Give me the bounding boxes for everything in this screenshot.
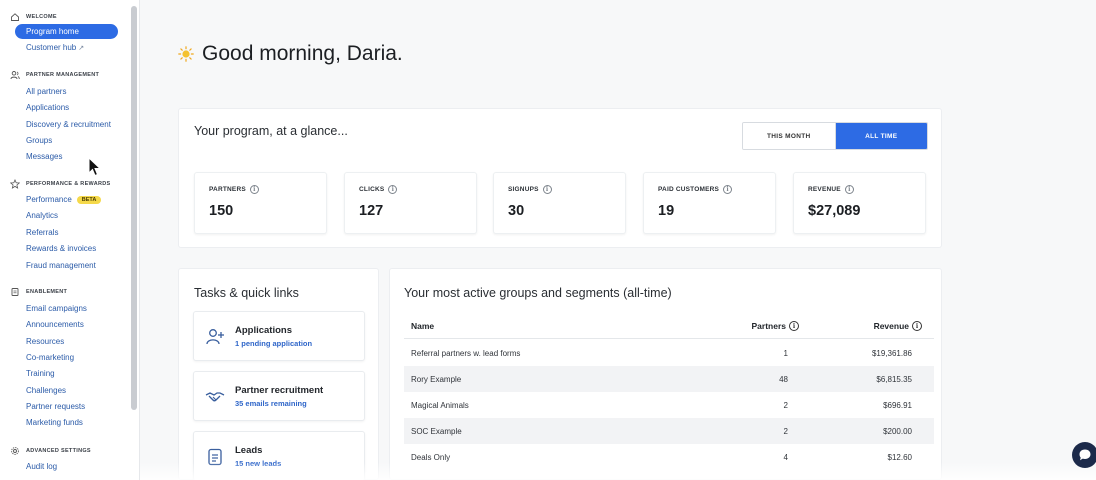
column-revenue[interactable]: Revenue i xyxy=(874,321,922,331)
sidebar-item-resources[interactable]: Resources xyxy=(26,337,64,346)
chat-button[interactable] xyxy=(1072,442,1096,468)
stat-value: $27,089 xyxy=(808,203,861,219)
info-icon[interactable]: i xyxy=(249,185,259,194)
section-welcome: WELCOME xyxy=(10,12,57,22)
mouse-cursor-icon xyxy=(88,157,102,177)
book-icon xyxy=(11,288,19,296)
stat-label: PARTNERS xyxy=(209,186,246,193)
task-title: Partner recruitment xyxy=(235,385,324,396)
stat-value: 150 xyxy=(209,203,234,219)
section-performance-rewards: PERFORMANCE & REWARDS xyxy=(10,179,111,189)
sidebar-item-analytics[interactable]: Analytics xyxy=(26,211,58,220)
sidebar-item-discovery[interactable]: Discovery & recruitment xyxy=(26,120,111,129)
task-applications[interactable]: Applications 1 pending application xyxy=(193,311,365,361)
table-row[interactable]: Magical Animals 2 $696.91 xyxy=(404,392,934,418)
sidebar-item-partner-requests[interactable]: Partner requests xyxy=(26,402,85,411)
section-enablement: ENABLEMENT xyxy=(10,287,67,297)
info-icon[interactable]: i xyxy=(844,185,854,194)
section-advanced-settings: ADVANCED SETTINGS xyxy=(10,446,91,456)
task-link[interactable]: 1 pending application xyxy=(235,339,312,348)
chat-icon xyxy=(1079,449,1091,461)
sidebar-item-all-partners[interactable]: All partners xyxy=(26,87,66,96)
table-row[interactable]: Referral partners w. lead forms 1 $19,36… xyxy=(404,340,934,366)
info-icon[interactable]: i xyxy=(723,185,733,194)
glance-card: Your program, at a glance... THIS MONTH … xyxy=(178,108,942,248)
table-header: Name Partners i Revenue i xyxy=(404,313,934,339)
stat-clicks: CLICKS i 127 xyxy=(344,172,477,234)
sidebar-item-program-home[interactable]: Program home xyxy=(15,24,118,39)
sidebar-item-announcements[interactable]: Announcements xyxy=(26,320,84,329)
sidebar-item-fraud-management[interactable]: Fraud management xyxy=(26,261,96,270)
stat-paid-customers: PAID CUSTOMERS i 19 xyxy=(643,172,776,234)
sidebar-item-applications[interactable]: Applications xyxy=(26,103,69,112)
section-partner-management: PARTNER MANAGEMENT xyxy=(10,70,99,80)
gear-icon xyxy=(11,447,19,455)
sidebar-item-training[interactable]: Training xyxy=(26,369,55,378)
info-icon[interactable]: i xyxy=(388,185,398,194)
stat-label: REVENUE xyxy=(808,186,841,193)
stat-partners: PARTNERS i 150 xyxy=(194,172,327,234)
stat-value: 30 xyxy=(508,203,525,219)
table-row[interactable]: Deals Only 4 $12.60 xyxy=(404,444,934,470)
tasks-title: Tasks & quick links xyxy=(194,286,299,300)
stat-label: CLICKS xyxy=(359,186,385,193)
sidebar-item-customer-hub[interactable]: Customer hub ↗ xyxy=(26,43,84,52)
groups-card: Your most active groups and segments (al… xyxy=(389,268,942,480)
task-leads[interactable]: Leads 15 new leads xyxy=(193,431,365,480)
sidebar-item-challenges[interactable]: Challenges xyxy=(26,386,66,395)
task-link[interactable]: 35 emails remaining xyxy=(235,399,307,408)
beta-badge: BETA xyxy=(76,196,102,204)
star-icon xyxy=(10,179,20,189)
time-range-toggle[interactable]: THIS MONTH ALL TIME xyxy=(742,122,928,150)
handshake-icon xyxy=(205,392,225,402)
stat-revenue: REVENUE i $27,089 xyxy=(793,172,926,234)
stat-label: PAID CUSTOMERS xyxy=(658,186,720,193)
sidebar: WELCOME Program home Customer hub ↗ PARTN… xyxy=(0,0,140,480)
sidebar-item-performance[interactable]: Performance BETA xyxy=(26,195,102,204)
sidebar-item-referrals[interactable]: Referrals xyxy=(26,228,58,237)
info-icon[interactable]: i xyxy=(542,185,552,194)
toggle-this-month[interactable]: THIS MONTH xyxy=(743,123,836,149)
sun-icon xyxy=(178,46,194,62)
users-icon xyxy=(10,71,20,80)
document-icon xyxy=(208,448,222,466)
stat-value: 127 xyxy=(359,203,384,219)
page-title: Good morning, Daria. xyxy=(178,42,403,66)
toggle-all-time[interactable]: ALL TIME xyxy=(835,123,927,149)
column-name[interactable]: Name xyxy=(411,321,434,331)
info-icon[interactable]: i xyxy=(912,321,922,331)
sidebar-scrollbar[interactable] xyxy=(131,6,137,410)
table-row[interactable]: SOC Example 2 $200.00 xyxy=(404,418,934,444)
sidebar-item-marketing-funds[interactable]: Marketing funds xyxy=(26,418,83,427)
home-icon xyxy=(11,13,19,21)
external-link-icon: ↗ xyxy=(78,45,85,52)
groups-title: Your most active groups and segments (al… xyxy=(404,286,672,300)
stat-label: SIGNUPS xyxy=(508,186,539,193)
add-user-icon xyxy=(206,329,224,345)
sidebar-item-messages[interactable]: Messages xyxy=(26,152,62,161)
sidebar-item-co-marketing[interactable]: Co-marketing xyxy=(26,353,74,362)
info-icon[interactable]: i xyxy=(789,321,799,331)
task-title: Applications xyxy=(235,325,293,336)
sidebar-item-rewards-invoices[interactable]: Rewards & invoices xyxy=(26,244,96,253)
stat-signups: SIGNUPS i 30 xyxy=(493,172,626,234)
table-row[interactable]: Rory Example 48 $6,815.35 xyxy=(404,366,934,392)
sidebar-item-audit-log[interactable]: Audit log xyxy=(26,462,57,471)
stat-value: 19 xyxy=(658,203,675,219)
task-partner-recruitment[interactable]: Partner recruitment 35 emails remaining xyxy=(193,371,365,421)
sidebar-item-groups[interactable]: Groups xyxy=(26,136,52,145)
task-link[interactable]: 15 new leads xyxy=(235,459,281,468)
tasks-card: Tasks & quick links Applications 1 pendi… xyxy=(178,268,379,480)
task-title: Leads xyxy=(235,445,263,456)
sidebar-item-email-campaigns[interactable]: Email campaigns xyxy=(26,304,87,313)
glance-title: Your program, at a glance... xyxy=(194,124,348,138)
column-partners[interactable]: Partners i xyxy=(752,321,799,331)
